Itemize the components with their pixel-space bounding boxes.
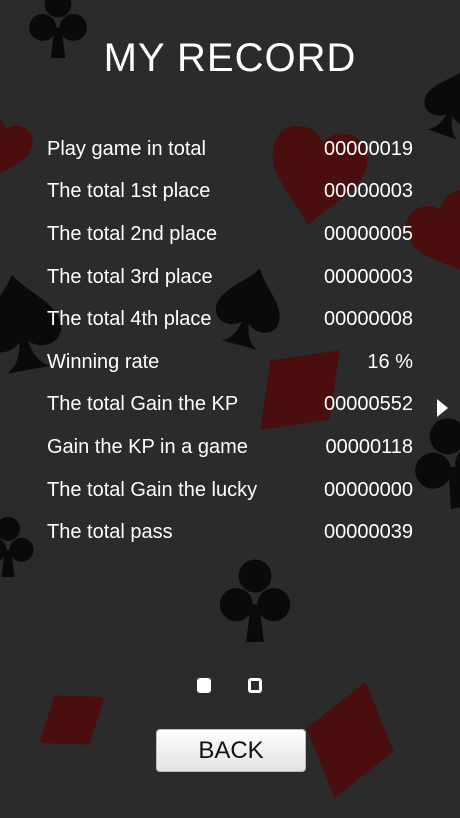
record-value: 16 % (367, 350, 413, 373)
record-label: The total Gain the lucky (47, 478, 258, 501)
record-label: Play game in total (47, 137, 206, 160)
arrow-right-icon[interactable] (437, 399, 448, 417)
record-value: 00000003 (324, 265, 413, 288)
back-button[interactable]: BACK (156, 729, 306, 772)
record-label: Gain the KP in a game (47, 435, 248, 458)
record-row: The total pass 00000039 (47, 511, 413, 554)
record-value: 00000019 (324, 137, 413, 160)
record-list: Play game in total 00000019 The total 1s… (47, 128, 413, 554)
record-label: The total 1st place (47, 180, 211, 203)
record-row: The total 4th place 00000008 (47, 298, 413, 341)
record-row: Gain the KP in a game 00000118 (47, 426, 413, 469)
heart-icon (0, 111, 38, 191)
record-label: The total 2nd place (47, 222, 218, 245)
club-icon (219, 559, 291, 642)
record-row: The total 1st place 00000003 (47, 171, 413, 214)
record-value: 00000118 (325, 435, 414, 458)
record-value: 00000552 (324, 393, 413, 416)
record-label: The total pass (47, 521, 173, 544)
record-row: The total Gain the KP 00000552 (47, 384, 413, 427)
club-icon (406, 411, 460, 514)
record-label: Winning rate (47, 350, 160, 373)
record-row: The total 2nd place 00000005 (47, 213, 413, 256)
record-row: The total 3rd place 00000003 (47, 256, 413, 299)
record-value: 00000000 (324, 478, 413, 501)
record-value: 00000003 (324, 180, 413, 203)
record-label: The total 3rd place (47, 265, 213, 288)
record-row: Play game in total 00000019 (47, 128, 413, 171)
record-label: The total Gain the KP (47, 393, 239, 416)
record-row: The total Gain the lucky 00000000 (47, 469, 413, 512)
page-title: MY RECORD (103, 36, 357, 80)
record-value: 00000039 (324, 521, 413, 544)
page-indicator (0, 678, 460, 694)
page-dot-2[interactable] (248, 678, 262, 693)
record-row: Winning rate 16 % (47, 341, 413, 384)
record-label: The total 4th place (47, 308, 212, 331)
record-value: 00000008 (324, 308, 413, 331)
record-value: 00000005 (324, 222, 413, 245)
page-dot-1[interactable] (197, 678, 211, 693)
club-icon (0, 517, 34, 577)
